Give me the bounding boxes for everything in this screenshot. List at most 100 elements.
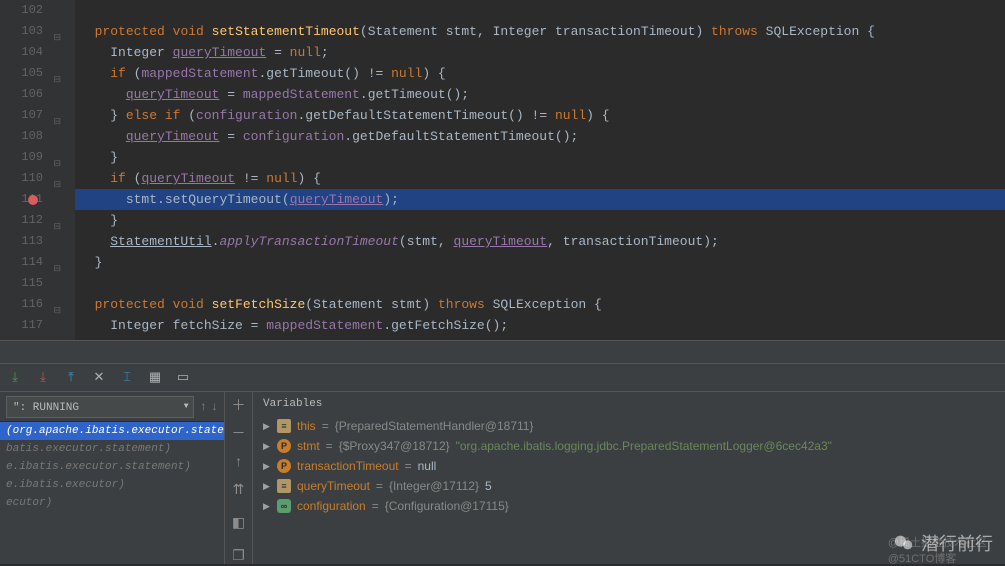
- variable-row[interactable]: ▶∞configuration = {Configuration@17115}: [259, 496, 999, 516]
- gutter-line[interactable]: 110⊟: [0, 168, 75, 189]
- code-line[interactable]: stmt.setQueryTimeout(queryTimeout);: [75, 189, 1005, 210]
- variable-value: {$Proxy347@18712}: [339, 439, 450, 453]
- expand-icon[interactable]: ▶: [263, 501, 271, 512]
- table-icon[interactable]: ▦: [148, 371, 162, 385]
- variable-name: queryTimeout: [297, 479, 370, 493]
- param-icon: P: [277, 459, 291, 473]
- code-line[interactable]: [75, 273, 1005, 294]
- expand-icon[interactable]: ▶: [263, 441, 271, 452]
- variable-value: null: [418, 459, 437, 473]
- equals-icon: ≡: [277, 479, 291, 493]
- debug-side-toolbar: ＋ － ↑ ⇈ ◧ ❐: [225, 392, 253, 564]
- editor-pane: 102103⊟104105⊟106107⊟108109⊟110⊟111112⊟1…: [0, 0, 1005, 340]
- gutter-line[interactable]: 108: [0, 126, 75, 147]
- gutter-line[interactable]: 117: [0, 315, 75, 336]
- variable-value: {Configuration@17115}: [385, 499, 509, 513]
- editor-gutter: 102103⊟104105⊟106107⊟108109⊟110⊟111112⊟1…: [0, 0, 75, 340]
- frame-item[interactable]: e.ibatis.executor): [0, 476, 224, 494]
- gutter-line[interactable]: 114⊟: [0, 252, 75, 273]
- code-line[interactable]: StatementUtil.applyTransactionTimeout(st…: [75, 231, 1005, 252]
- chevron-down-icon: ▼: [184, 398, 189, 416]
- variable-row[interactable]: ▶≡this = {PreparedStatementHandler@18711…: [259, 416, 999, 436]
- gutter-line[interactable]: 103⊟: [0, 21, 75, 42]
- download-in-icon[interactable]: ⤓: [8, 371, 22, 385]
- fold-open-icon[interactable]: ⊟: [53, 175, 61, 183]
- link-icon: ∞: [277, 499, 291, 513]
- code-line[interactable]: }: [75, 252, 1005, 273]
- variable-row[interactable]: ▶PtransactionTimeout = null: [259, 456, 999, 476]
- gutter-line[interactable]: 106: [0, 84, 75, 105]
- variable-name: transactionTimeout: [297, 459, 399, 473]
- gutter-line[interactable]: 102: [0, 0, 75, 21]
- frame-item[interactable]: e.ibatis.executor.statement): [0, 458, 224, 476]
- frame-item[interactable]: batis.executor.statement): [0, 440, 224, 458]
- code-line[interactable]: }: [75, 147, 1005, 168]
- breakpoint-icon[interactable]: [28, 195, 38, 205]
- variables-tree: ▶≡this = {PreparedStatementHandler@18711…: [253, 416, 1005, 516]
- fold-close-icon[interactable]: ⊟: [53, 217, 61, 225]
- expand-icon[interactable]: ▶: [263, 461, 271, 472]
- expand-icon[interactable]: ▶: [263, 421, 271, 432]
- param-icon: P: [277, 439, 291, 453]
- download-out-icon[interactable]: ⤓: [36, 371, 50, 385]
- copy-icon[interactable]: ❐: [232, 550, 246, 564]
- gutter-line[interactable]: 109⊟: [0, 147, 75, 168]
- watermark-sub: @稀土掘金技术社区@51CTO博客: [888, 534, 987, 566]
- up2-icon[interactable]: ⇈: [232, 484, 246, 498]
- code-area[interactable]: protected void setStatementTimeout(State…: [75, 0, 1005, 340]
- gutter-line[interactable]: 107⊟: [0, 105, 75, 126]
- code-line[interactable]: Integer fetchSize = mappedStatement.getF…: [75, 315, 1005, 336]
- upload-icon[interactable]: ⤒: [64, 371, 78, 385]
- variable-row[interactable]: ▶Pstmt = {$Proxy347@18712} "org.apache.i…: [259, 436, 999, 456]
- gutter-line[interactable]: 116⊟: [0, 294, 75, 315]
- fold-open-icon[interactable]: ⊟: [53, 301, 61, 309]
- code-line[interactable]: if (queryTimeout != null) {: [75, 168, 1005, 189]
- bookmark-icon[interactable]: ◧: [232, 517, 246, 531]
- cursor-text-icon[interactable]: ⌶: [120, 371, 134, 385]
- frame-up-icon[interactable]: ↑: [200, 400, 207, 414]
- thread-label: ": RUNNING: [13, 402, 79, 414]
- frames-header: ": RUNNING ▼ ↑ ↓: [0, 392, 224, 422]
- expand-icon[interactable]: ▶: [263, 481, 271, 492]
- code-line[interactable]: }: [75, 210, 1005, 231]
- fold-open-icon[interactable]: ⊟: [53, 112, 61, 120]
- thread-selector[interactable]: ": RUNNING ▼: [6, 396, 194, 418]
- debugger-pane: ": RUNNING ▼ ↑ ↓ (org.apache.ibatis.exec…: [0, 392, 1005, 564]
- frames-panel: ": RUNNING ▼ ↑ ↓ (org.apache.ibatis.exec…: [0, 392, 225, 564]
- variable-value: {Integer@17112}: [389, 479, 479, 493]
- fold-open-icon[interactable]: ⊟: [53, 28, 61, 36]
- code-line[interactable]: queryTimeout = mappedStatement.getTimeou…: [75, 84, 1005, 105]
- frame-item[interactable]: ecutor): [0, 494, 224, 512]
- code-line[interactable]: protected void setStatementTimeout(State…: [75, 21, 1005, 42]
- variable-row[interactable]: ▶≡queryTimeout = {Integer@17112} 5: [259, 476, 999, 496]
- code-line[interactable]: protected void setFetchSize(Statement st…: [75, 294, 1005, 315]
- variable-name: this: [297, 419, 316, 433]
- code-line[interactable]: } else if (configuration.getDefaultState…: [75, 105, 1005, 126]
- frame-item[interactable]: (org.apache.ibatis.executor.statement): [0, 422, 224, 440]
- code-line[interactable]: queryTimeout = configuration.getDefaultS…: [75, 126, 1005, 147]
- variable-name: configuration: [297, 499, 366, 513]
- up-icon[interactable]: ↑: [232, 456, 246, 470]
- minus-icon[interactable]: －: [232, 428, 246, 442]
- fold-close-icon[interactable]: ⊟: [53, 154, 61, 162]
- fold-open-icon[interactable]: ⊟: [53, 70, 61, 78]
- disconnect-icon[interactable]: ✕: [92, 371, 106, 385]
- variables-title: Variables: [253, 392, 1005, 416]
- code-line[interactable]: Integer queryTimeout = null;: [75, 42, 1005, 63]
- frame-down-icon[interactable]: ↓: [211, 400, 218, 414]
- gutter-line[interactable]: 104: [0, 42, 75, 63]
- equals-icon: ≡: [277, 419, 291, 433]
- grid-off-icon[interactable]: ▭: [176, 371, 190, 385]
- code-line[interactable]: [75, 0, 1005, 21]
- plus-icon[interactable]: ＋: [232, 400, 246, 414]
- gutter-line[interactable]: 113: [0, 231, 75, 252]
- gutter-line[interactable]: 111: [0, 189, 75, 210]
- gutter-line[interactable]: 105⊟: [0, 63, 75, 84]
- fold-close-icon[interactable]: ⊟: [53, 259, 61, 267]
- code-line[interactable]: if (mappedStatement.getTimeout() != null…: [75, 63, 1005, 84]
- variable-value: 5: [485, 479, 492, 493]
- frame-list: (org.apache.ibatis.executor.statement)ba…: [0, 422, 224, 512]
- pane-divider[interactable]: [0, 340, 1005, 364]
- gutter-line[interactable]: 112⊟: [0, 210, 75, 231]
- gutter-line[interactable]: 115: [0, 273, 75, 294]
